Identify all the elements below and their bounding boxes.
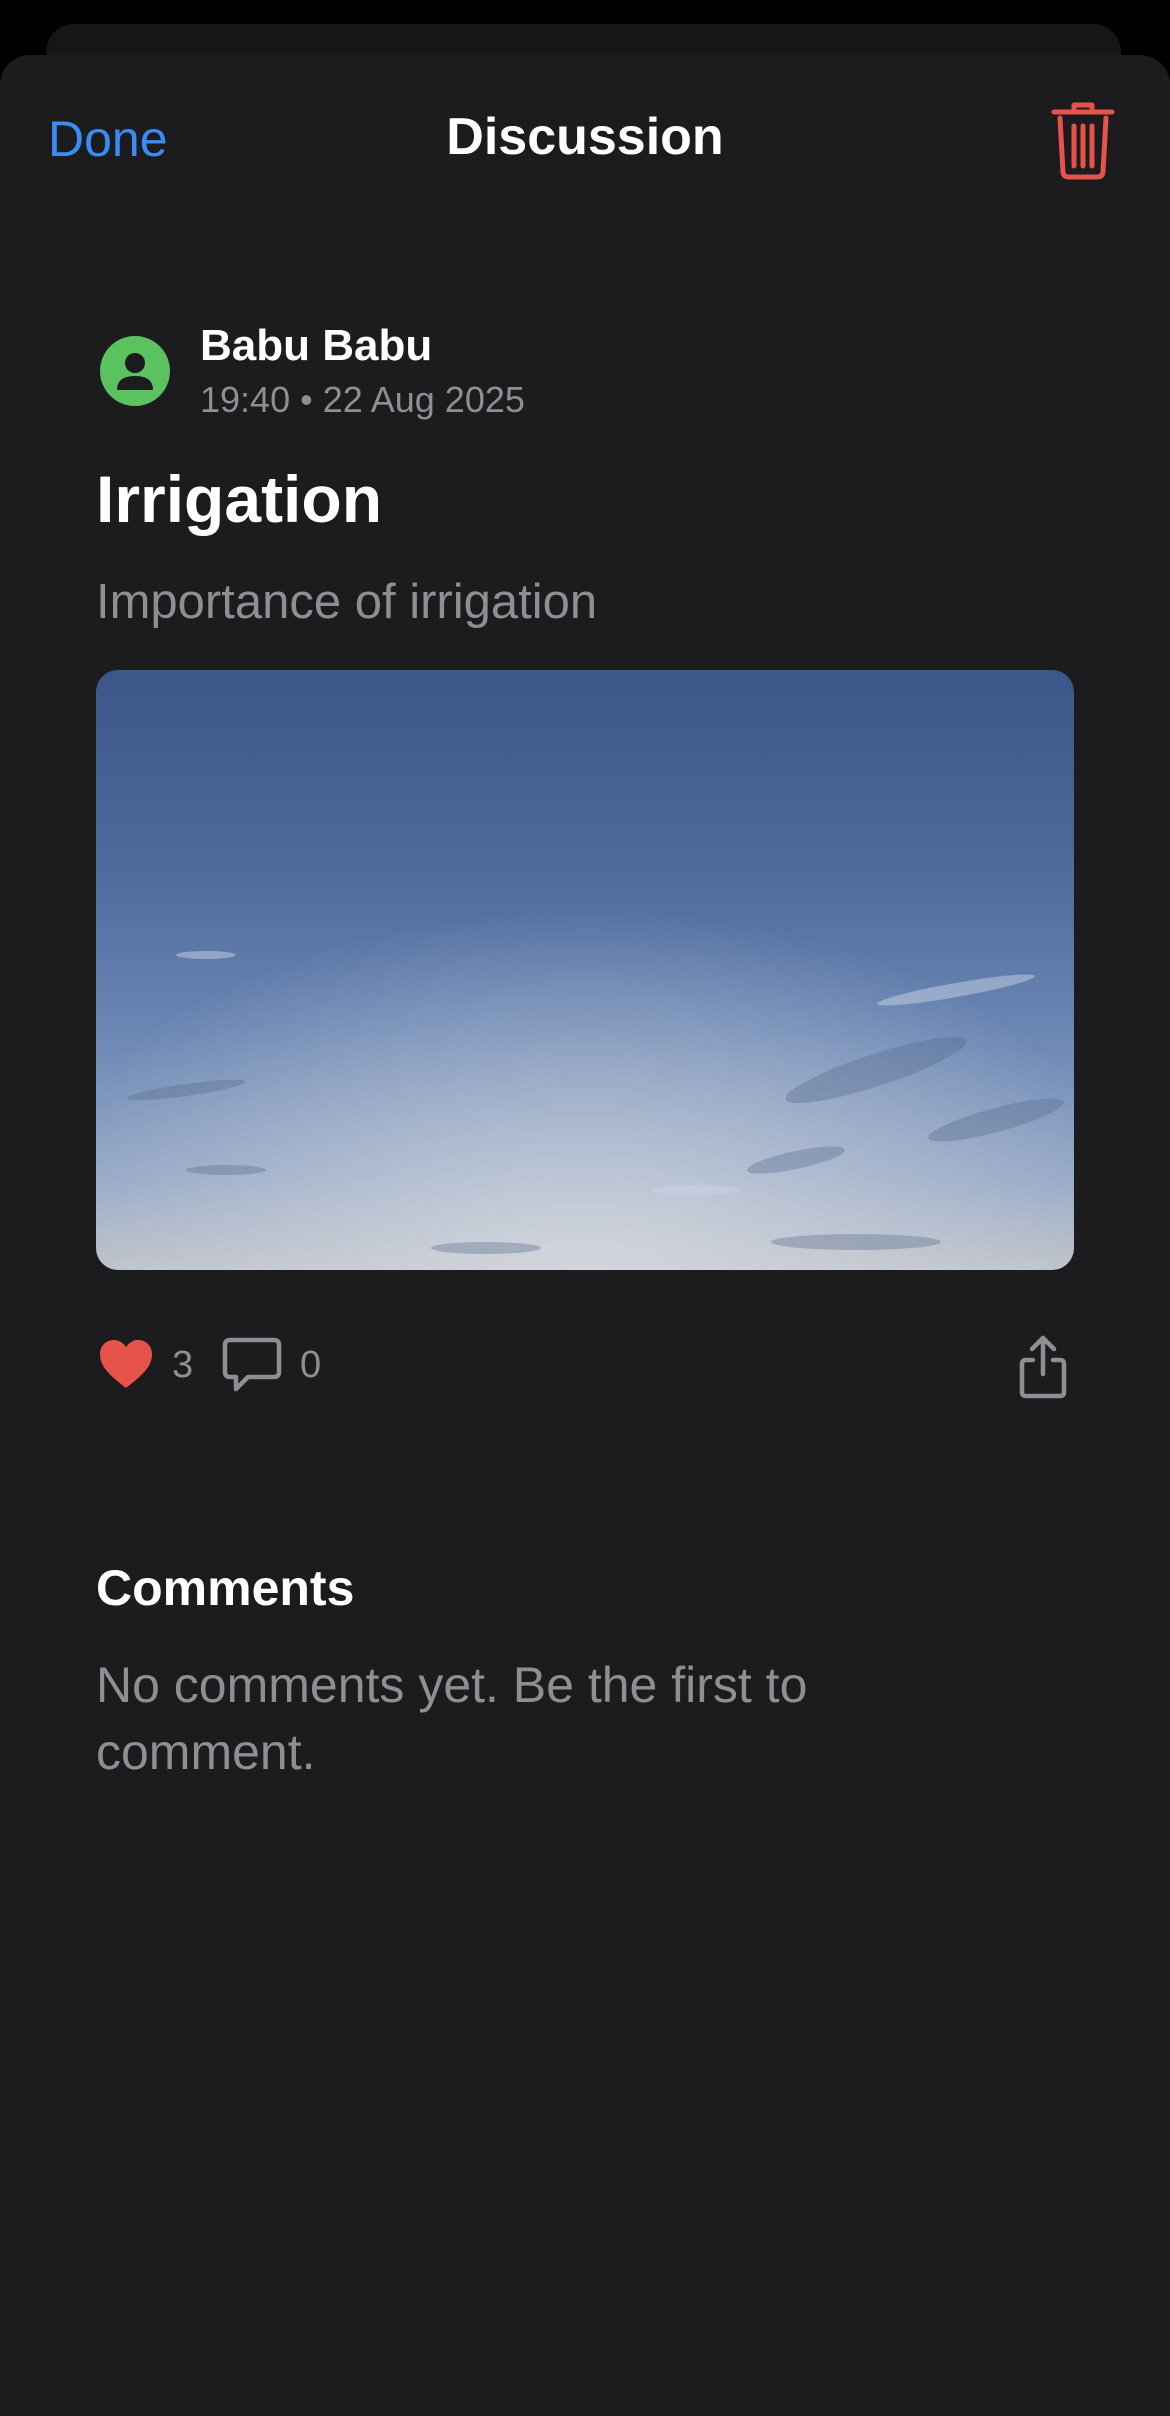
heart-icon[interactable] — [98, 1338, 154, 1390]
post-subtitle: Importance of irrigation — [96, 575, 598, 629]
speech-bubble-icon[interactable] — [222, 1336, 282, 1394]
post-timestamp: 19:40 • 22 Aug 2025 — [200, 379, 525, 420]
trash-icon[interactable] — [1050, 100, 1116, 180]
person-icon — [117, 353, 153, 390]
post-title: Irrigation — [96, 462, 383, 536]
share-icon[interactable] — [1018, 1334, 1068, 1400]
comment-count: 0 — [300, 1344, 322, 1386]
avatar — [100, 336, 170, 406]
like-count: 3 — [172, 1344, 194, 1386]
author-name: Babu Babu — [200, 321, 433, 370]
post-image[interactable] — [96, 670, 1074, 1270]
page-title: Discussion — [446, 108, 724, 166]
comments-empty-text: No comments yet. Be the first to comment… — [96, 1657, 808, 1780]
comments-heading: Comments — [96, 1560, 355, 1616]
